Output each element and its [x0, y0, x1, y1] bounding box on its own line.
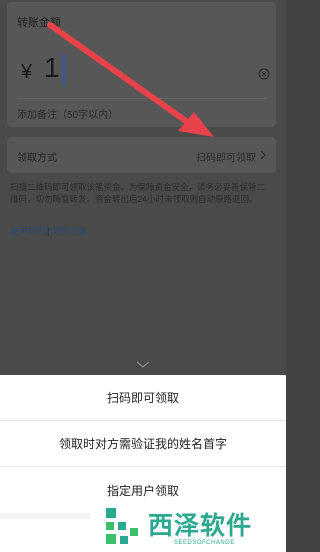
- amount-input[interactable]: 1: [44, 52, 60, 84]
- claim-method-value: 扫码即可领取: [196, 153, 256, 164]
- links-row: 使用说明|使用记录: [10, 224, 86, 237]
- help-link[interactable]: 使用说明: [10, 226, 46, 236]
- currency-symbol: ¥: [21, 61, 33, 83]
- option-verify-name[interactable]: 领取时对方需验证我的姓名首字: [0, 421, 286, 467]
- records-link[interactable]: 使用记录: [50, 226, 86, 236]
- option-scan-to-claim[interactable]: 扫码即可领取: [0, 375, 286, 421]
- text-cursor: [63, 54, 65, 86]
- watermark-logo-icon: [106, 508, 138, 544]
- amount-title: 转账金额: [17, 17, 61, 29]
- amount-card: 转账金额 ¥ 1 添加备注（50字以内）: [7, 2, 276, 127]
- watermark-title: 西泽软件: [148, 512, 253, 540]
- claim-method-row[interactable]: 领取方式 扫码即可领取: [7, 137, 276, 173]
- divider: [17, 98, 267, 99]
- tip-text: 扫描二维码即可领取该笔资金。为保障资金安全，请务必妥善保管二维码，切勿随意转发。…: [10, 182, 266, 204]
- watermark-subtitle: SEEDSOFCHANGE: [174, 540, 235, 546]
- chevron-down-icon[interactable]: [0, 355, 286, 375]
- remark-field[interactable]: 添加备注（50字以内）: [17, 106, 118, 121]
- link-separator: |: [47, 226, 50, 236]
- sheet-strip: [0, 513, 90, 519]
- clear-icon[interactable]: [258, 68, 270, 80]
- claim-method-label: 领取方式: [17, 153, 57, 164]
- chevron-right-icon: [260, 150, 266, 160]
- watermark: 西泽软件 SEEDSOFCHANGE: [104, 504, 280, 552]
